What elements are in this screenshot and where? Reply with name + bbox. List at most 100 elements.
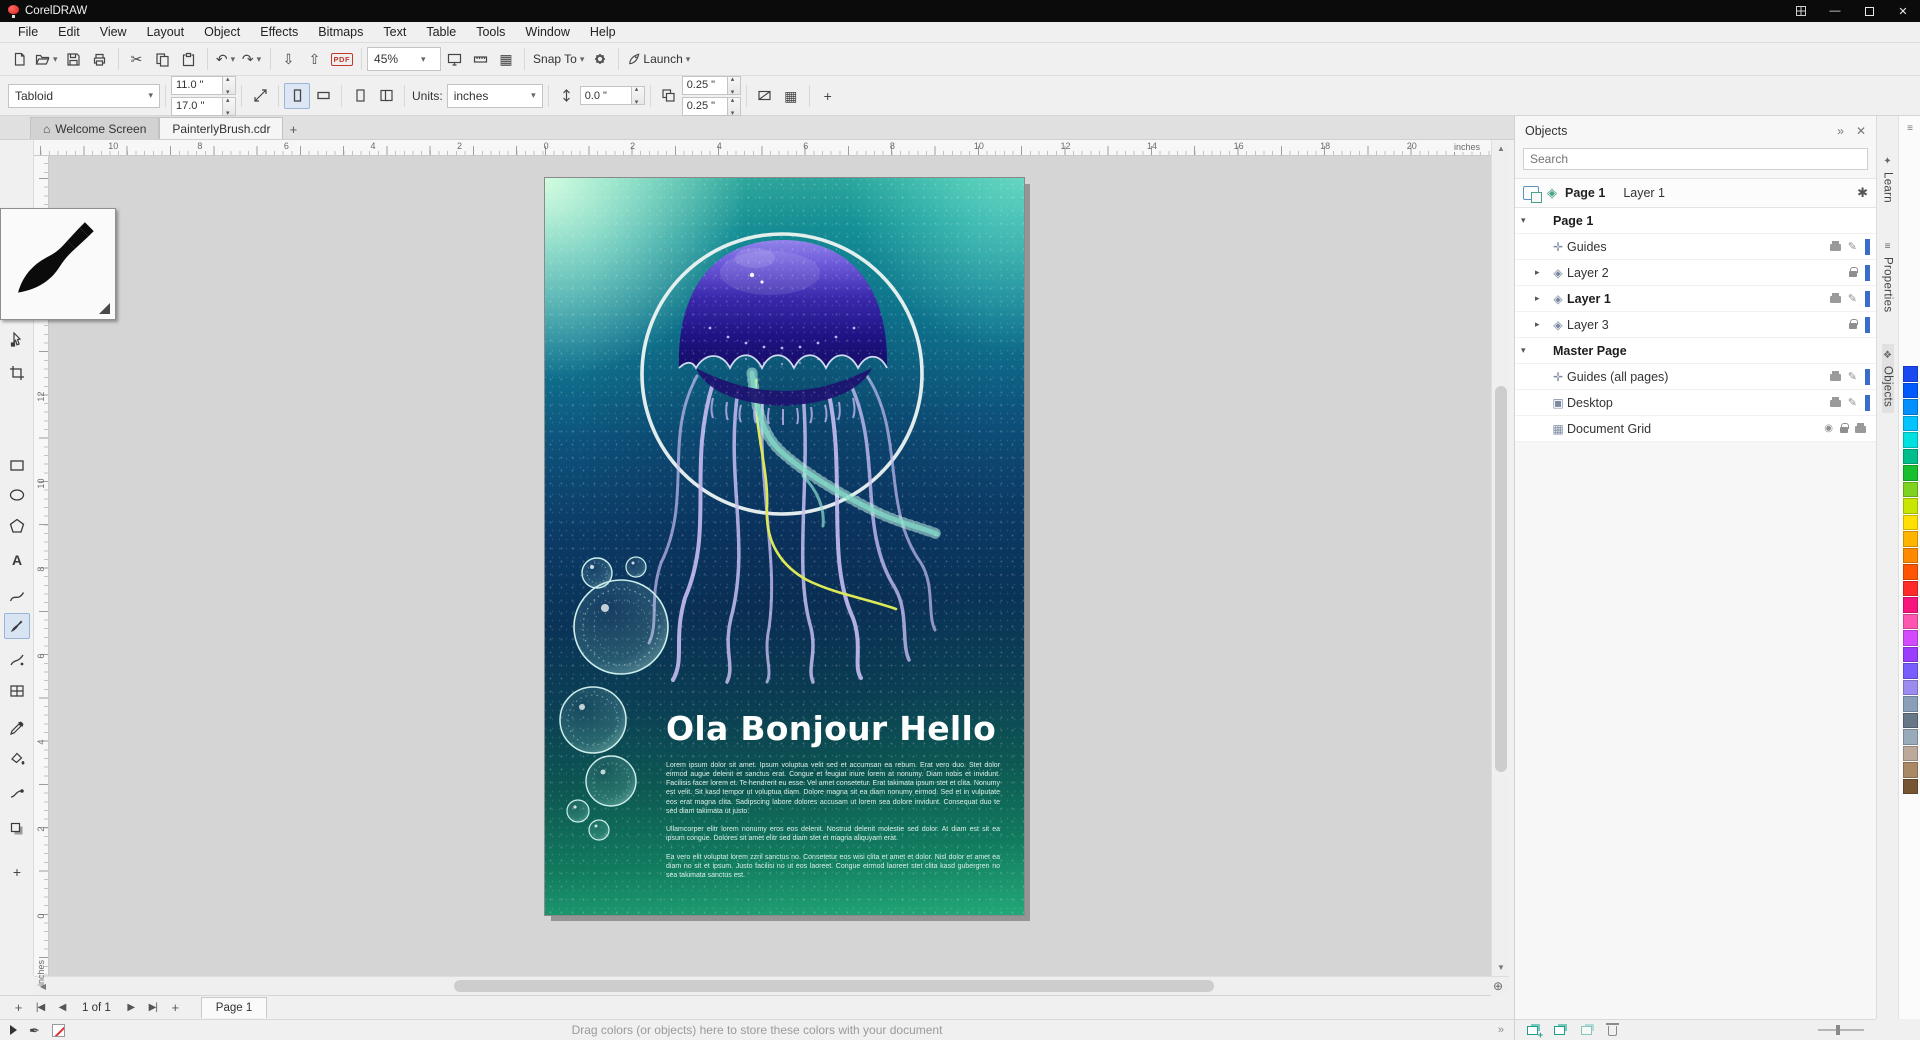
menu-item[interactable]: Effects: [250, 23, 308, 41]
docker-tab[interactable]: ≡ Properties: [1882, 235, 1894, 318]
layer-row[interactable]: ✛ Guides ✎: [1515, 234, 1876, 260]
poster-paragraph[interactable]: Lorem ipsum dolor sit amet. Ipsum volupt…: [666, 761, 1000, 816]
export-button[interactable]: ⇧: [302, 46, 328, 72]
smudge-tool-button[interactable]: [4, 780, 30, 806]
launch-button[interactable]: Launch ▾: [624, 46, 693, 72]
whats-new-button[interactable]: [1784, 0, 1818, 22]
editable-pencil-icon[interactable]: ✎: [1848, 240, 1857, 253]
layer-color-bar[interactable]: [1865, 290, 1870, 307]
page-width-field[interactable]: [171, 75, 223, 95]
text-tool-button[interactable]: A: [4, 547, 30, 573]
duplicate-y-field[interactable]: [681, 96, 728, 116]
new-master-layer-button[interactable]: [1554, 1025, 1565, 1035]
drawing-canvas[interactable]: Ola Bonjour Hello Lorem ipsum dolor sit …: [49, 156, 1491, 976]
page-tab[interactable]: Page 1: [200, 997, 268, 1018]
scroll-down-button[interactable]: ▼: [1492, 959, 1510, 976]
horizontal-ruler[interactable]: 10 8 6 4 2 0 2 4 6 8 10 12 14 16 18 20: [34, 140, 1491, 156]
color-swatch[interactable]: [1902, 745, 1918, 761]
zoom-tool-button[interactable]: ⊕: [1487, 977, 1509, 996]
menu-item[interactable]: Help: [580, 23, 626, 41]
layer-name[interactable]: Layer 1: [1567, 292, 1830, 306]
portrait-button[interactable]: [284, 82, 310, 109]
color-swatch[interactable]: [1902, 580, 1918, 596]
resize-grip-icon[interactable]: [99, 303, 110, 314]
layer-row[interactable]: ▦ Document Grid ◉: [1515, 416, 1876, 442]
show-grid-button[interactable]: ▦: [493, 46, 519, 72]
scale-factor-button[interactable]: [247, 83, 273, 109]
shape-tool-button[interactable]: [4, 327, 30, 353]
ellipse-tool-button[interactable]: [4, 482, 30, 508]
printable-icon[interactable]: [1829, 397, 1841, 407]
search-box[interactable]: [1523, 148, 1868, 170]
poster-paragraph[interactable]: Ullamcorper elitr lorem nonumy eros eos …: [666, 825, 1000, 843]
menu-item[interactable]: Bitmaps: [308, 23, 373, 41]
color-swatch[interactable]: [1902, 448, 1918, 464]
docker-tab[interactable]: ✦ Learn: [1882, 150, 1894, 209]
freehand-tool-button[interactable]: [4, 584, 30, 610]
color-swatch[interactable]: [1902, 564, 1918, 580]
layer-name[interactable]: Document Grid: [1567, 422, 1824, 436]
page-height-field[interactable]: [171, 96, 223, 116]
expander-icon[interactable]: ▾: [1521, 215, 1535, 226]
duplicate-y-steppers[interactable]: [727, 96, 741, 117]
color-swatch[interactable]: [1902, 762, 1918, 778]
menu-item[interactable]: Edit: [48, 23, 90, 41]
layer-row[interactable]: ▸ ◈ Layer 2: [1515, 260, 1876, 286]
horizontal-scroll-thumb[interactable]: [454, 980, 1214, 992]
color-swatch[interactable]: [1902, 729, 1918, 745]
snap-to-button[interactable]: Snap To ▾: [530, 46, 587, 72]
graph-paper-tool-button[interactable]: [4, 678, 30, 704]
menu-item[interactable]: Object: [194, 23, 250, 41]
thumbnail-size-slider[interactable]: [1818, 1025, 1864, 1035]
open-button[interactable]: ▾: [32, 46, 61, 72]
palette-options-button[interactable]: ≡: [1899, 120, 1920, 136]
crop-tool-button[interactable]: [4, 360, 30, 386]
layer-color-bar[interactable]: [1865, 368, 1870, 385]
lock-icon[interactable]: [1849, 267, 1858, 277]
editable-pencil-icon[interactable]: ✎: [1848, 292, 1857, 305]
new-tab-button[interactable]: +: [283, 119, 303, 139]
propbar-plus-button[interactable]: +: [815, 83, 841, 109]
copy-button[interactable]: [150, 46, 176, 72]
color-swatch[interactable]: [1902, 630, 1918, 646]
maximize-button[interactable]: [1852, 0, 1886, 22]
menu-item[interactable]: Tools: [466, 23, 515, 41]
document-grid-setup-button[interactable]: ▦: [778, 83, 804, 109]
last-page-button[interactable]: ▶|: [143, 998, 163, 1018]
color-swatch[interactable]: [1902, 465, 1918, 481]
layer-row[interactable]: ✛ Guides (all pages) ✎: [1515, 364, 1876, 390]
all-pages-settings-button[interactable]: [373, 83, 399, 109]
layer-name[interactable]: Page 1: [1553, 214, 1866, 228]
units-select[interactable]: inches ▾: [446, 83, 543, 108]
undo-button[interactable]: ↶ ▾: [213, 46, 239, 72]
paste-button[interactable]: [176, 46, 202, 72]
layer-name[interactable]: Layer 2: [1567, 266, 1849, 280]
layer-row[interactable]: ▸ ◈ Layer 1 ✎: [1515, 286, 1876, 312]
document-page[interactable]: Ola Bonjour Hello Lorem ipsum dolor sit …: [544, 177, 1025, 916]
printable-icon[interactable]: [1829, 241, 1841, 251]
editable-pencil-icon[interactable]: ✎: [1848, 370, 1857, 383]
search-input[interactable]: [1524, 152, 1867, 166]
close-button[interactable]: ✕: [1886, 0, 1920, 22]
delete-layer-button[interactable]: [1606, 1023, 1619, 1036]
color-swatch[interactable]: [1902, 646, 1918, 662]
menu-item[interactable]: Window: [515, 23, 579, 41]
add-page-after-button[interactable]: +: [165, 998, 185, 1018]
active-layer-row[interactable]: ◈ Page 1 Layer 1 ✱: [1515, 178, 1876, 208]
color-swatch[interactable]: [1902, 498, 1918, 514]
page-size-select[interactable]: Tabloid ▾: [8, 83, 160, 108]
interactive-fill-tool-button[interactable]: [4, 745, 30, 771]
menu-item[interactable]: File: [8, 23, 48, 41]
cut-button[interactable]: ✂: [124, 46, 150, 72]
docker-close-button[interactable]: ✕: [1856, 124, 1866, 138]
layer-row[interactable]: ▾ Master Page: [1515, 338, 1876, 364]
layer-settings-gear-icon[interactable]: ✱: [1857, 185, 1868, 201]
layer-row[interactable]: ▾ Page 1: [1515, 208, 1876, 234]
layer-name[interactable]: Guides (all pages): [1567, 370, 1830, 384]
expander-icon[interactable]: ▾: [1521, 345, 1535, 356]
first-page-button[interactable]: |◀: [30, 998, 50, 1018]
menu-item[interactable]: Layout: [137, 23, 195, 41]
layer-name[interactable]: Guides: [1567, 240, 1830, 254]
layer-row[interactable]: ▣ Desktop ✎: [1515, 390, 1876, 416]
expand-status-icon[interactable]: »: [1498, 1024, 1504, 1036]
